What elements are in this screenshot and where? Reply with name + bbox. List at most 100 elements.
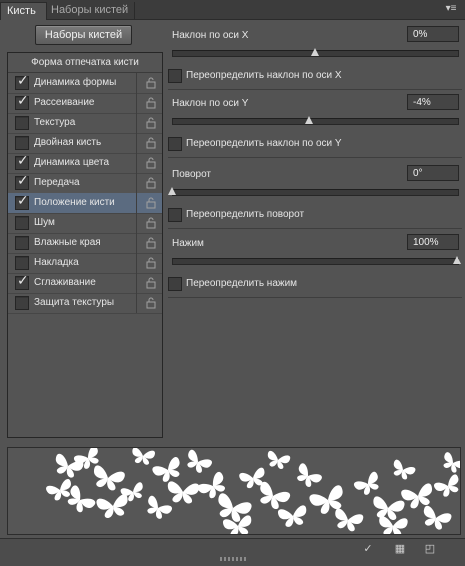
lock-icon[interactable] (146, 137, 156, 149)
butterfly-mark (389, 458, 417, 483)
new-preset-icon[interactable]: ◰ (424, 543, 436, 555)
lock-icon[interactable] (146, 117, 156, 129)
butterfly-mark (419, 504, 453, 533)
brush-option-row[interactable]: Защита текстуры (8, 293, 162, 314)
row-divider (136, 113, 137, 133)
lock-icon[interactable] (146, 77, 156, 89)
butterfly-mark (166, 481, 200, 505)
section-divider (168, 228, 462, 229)
butterfly-mark (400, 482, 436, 511)
lock-icon[interactable] (146, 217, 156, 229)
resize-grip[interactable] (220, 557, 246, 561)
rotation-slider-thumb[interactable] (168, 187, 176, 195)
option-label: Положение кисти (34, 197, 115, 208)
tilt_y-value-field[interactable]: -4% (407, 94, 459, 110)
tab-brush-presets[interactable]: Наборы кистей (45, 2, 134, 19)
brush-tip-shape-header[interactable]: Форма отпечатка кисти (8, 53, 162, 73)
butterfly-mark (352, 470, 384, 499)
brush-option-row[interactable]: Влажные края (8, 233, 162, 254)
butterfly-mark (151, 456, 186, 486)
brush-option-row[interactable]: ✓ Положение кисти (8, 193, 162, 214)
butterfly-mark (264, 450, 291, 471)
row-divider (136, 193, 137, 213)
pressure-value-field[interactable]: 100% (407, 234, 459, 250)
option-checkbox[interactable]: ✓ (15, 173, 29, 190)
checkmark-icon: ✓ (17, 93, 29, 109)
brush-option-row[interactable]: Накладка (8, 253, 162, 274)
brush-toggle-icon[interactable]: ✓ (362, 543, 374, 555)
pressure-override-checkbox[interactable] (168, 277, 182, 291)
brush-settings-list: Форма отпечатка кисти ✓ Динамика формы ✓ Ра… (7, 52, 163, 438)
option-label: Текстура (34, 117, 76, 128)
option-checkbox[interactable] (15, 136, 29, 150)
brush-option-row[interactable]: Шум (8, 213, 162, 234)
lock-icon[interactable] (146, 237, 156, 249)
brush-stroke-preview (7, 447, 461, 535)
tab-divider (134, 2, 135, 19)
lock-icon[interactable] (146, 277, 156, 289)
checkmark-icon: ✓ (17, 153, 29, 169)
brush-option-row[interactable]: ✓ Рассеивание (8, 93, 162, 114)
tilt_x-slider-thumb[interactable] (311, 48, 319, 56)
rotation-override-checkbox[interactable] (168, 208, 182, 222)
brush-option-row[interactable]: ✓ Динамика формы (8, 73, 162, 94)
grid-icon[interactable]: ▦ (394, 543, 406, 555)
butterfly-mark (90, 464, 126, 493)
option-checkbox[interactable] (15, 216, 29, 230)
brush-option-row[interactable]: Текстура (8, 113, 162, 134)
lock-icon[interactable] (146, 197, 156, 209)
section-divider (168, 157, 462, 158)
brush-option-row[interactable]: ✓ Передача (8, 173, 162, 194)
row-divider (136, 213, 137, 233)
tilt_x-value-field[interactable]: 0% (407, 26, 459, 42)
option-checkbox[interactable] (15, 296, 29, 310)
butterfly-mark (182, 448, 214, 477)
brush-presets-button[interactable]: Наборы кистей (35, 25, 132, 45)
rotation-slider-track[interactable] (172, 189, 459, 196)
tilt_x-override-checkbox[interactable] (168, 69, 182, 83)
lock-icon[interactable] (146, 97, 156, 109)
checkmark-icon: ✓ (17, 193, 29, 209)
rotation-label: Поворот (172, 169, 211, 180)
section-divider (168, 297, 462, 298)
pressure-slider-track[interactable] (172, 258, 459, 265)
tab-brush[interactable]: Кисть (0, 2, 47, 20)
pressure-label: Нажим (172, 238, 204, 249)
option-checkbox[interactable]: ✓ (15, 153, 29, 170)
row-divider (136, 153, 137, 173)
butterfly-mark (95, 493, 131, 520)
tilt_y-override-checkbox[interactable] (168, 137, 182, 151)
panel-menu-icon[interactable]: ▾≡ (442, 3, 460, 15)
lock-icon[interactable] (146, 257, 156, 269)
option-label: Динамика формы (34, 77, 117, 88)
tilt_y-override-label: Переопределить наклон по оси Y (186, 138, 342, 149)
butterfly-mark (130, 448, 156, 466)
row-divider (136, 293, 137, 313)
option-checkbox[interactable] (15, 116, 29, 130)
row-divider (136, 253, 137, 273)
option-checkbox[interactable]: ✓ (15, 73, 29, 90)
option-checkbox[interactable]: ✓ (15, 273, 29, 290)
pressure-slider-thumb[interactable] (453, 256, 461, 264)
brush-option-row[interactable]: ✓ Сглаживание (8, 273, 162, 294)
brush-option-row[interactable]: ✓ Динамика цвета (8, 153, 162, 174)
butterfly-mark (254, 480, 292, 513)
butterfly-mark (439, 451, 460, 476)
brush-option-row[interactable]: Двойная кисть (8, 133, 162, 154)
row-divider (136, 233, 137, 253)
butterfly-mark (142, 494, 174, 523)
option-checkbox[interactable]: ✓ (15, 193, 29, 210)
row-divider (136, 133, 137, 153)
lock-icon[interactable] (146, 157, 156, 169)
tilt_y-slider-track[interactable] (172, 118, 459, 125)
tilt_y-slider-thumb[interactable] (305, 116, 313, 124)
lock-icon[interactable] (146, 177, 156, 189)
butterfly-mark (370, 495, 406, 522)
option-checkbox[interactable] (15, 256, 29, 270)
option-checkbox[interactable]: ✓ (15, 93, 29, 110)
butterfly-mark (331, 507, 365, 534)
option-checkbox[interactable] (15, 236, 29, 250)
lock-icon[interactable] (146, 297, 156, 309)
option-label: Сглаживание (34, 277, 96, 288)
rotation-value-field[interactable]: 0° (407, 165, 459, 181)
